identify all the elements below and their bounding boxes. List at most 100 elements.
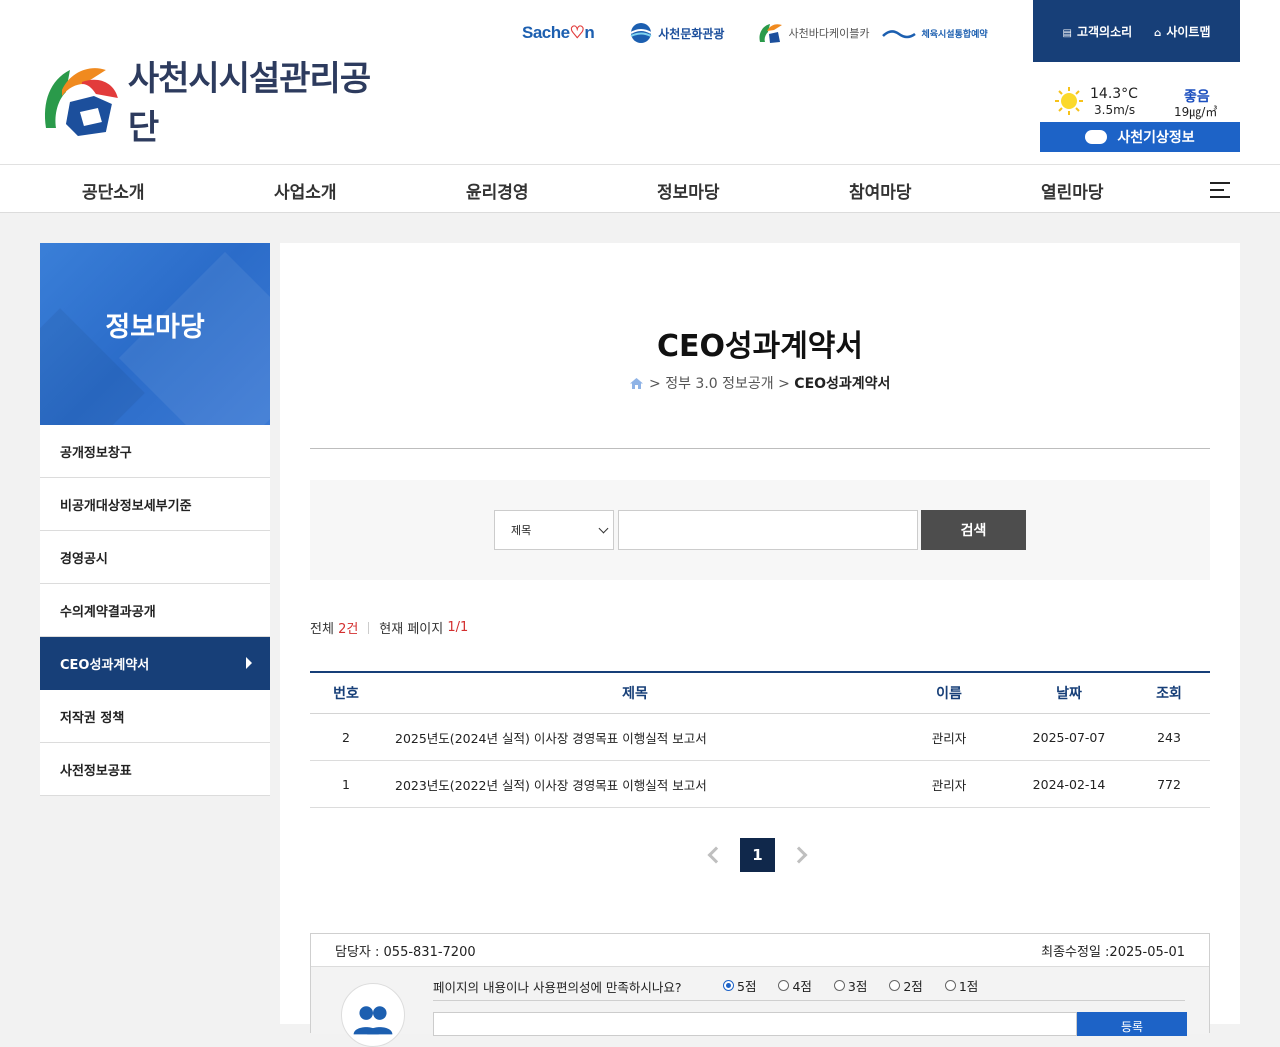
- partner-cable-link[interactable]: 사천바다케이블카: [758, 22, 869, 44]
- sidebar-item-label: 경영공시: [60, 551, 108, 567]
- partner-culture-link[interactable]: 사천문화관광: [628, 22, 724, 44]
- breadcrumb: > 정부 3.0 정보공개 > CEO성과계약서: [280, 373, 1240, 393]
- pagination: 1: [707, 838, 808, 872]
- partner-links: Sache ♡ n 사천문화관광 사천바다케이블카 체육시설통합예약: [522, 18, 1022, 48]
- partner-sports-label: 체육시설통합예약: [921, 29, 988, 40]
- header-title: 제목: [622, 686, 648, 702]
- page-label: 현재 페이지: [379, 622, 444, 637]
- nav-item-ethics[interactable]: 윤리경영: [466, 178, 529, 203]
- table-row: 1 2023년도(2022년 실적) 이사장 경영목표 이행실적 보고서 관리자…: [310, 761, 1210, 808]
- sidebar-title: 정보마당: [105, 311, 205, 343]
- sidebar-item-label: 수의계약결과공개: [60, 604, 156, 620]
- document-icon: ▤: [1062, 27, 1072, 39]
- main-nav: 공단소개 사업소개 윤리경영 정보마당 참여마당 열린마당: [0, 164, 1280, 213]
- total-value: 2건: [338, 622, 359, 637]
- page-feedback-box: 담당자 : 055-831-7200 최종수정일 :2025-05-01 페이지…: [310, 933, 1210, 1047]
- users-icon: [341, 983, 405, 1047]
- sidebar-item-contracts[interactable]: 수의계약결과공개: [40, 584, 270, 637]
- search-field-select[interactable]: 제목: [494, 510, 614, 550]
- nav-item-about[interactable]: 공단소개: [82, 178, 145, 203]
- rating-label: 1점: [958, 979, 979, 994]
- rating-option-3[interactable]: 3점: [833, 976, 868, 995]
- partner-sports-link[interactable]: 체육시설통합예약: [881, 22, 988, 44]
- feedback-meta: 담당자 : 055-831-7200 최종수정일 :2025-05-01: [311, 934, 1209, 967]
- partner-culture-label: 사천문화관광: [658, 26, 725, 41]
- sidebar-item-label: CEO성과계약서: [60, 657, 150, 673]
- page-button-current[interactable]: 1: [740, 838, 775, 872]
- culture-logo-icon: [630, 23, 652, 43]
- nav-item-open[interactable]: 열린마당: [1041, 178, 1104, 203]
- breadcrumb-gov30[interactable]: 정부 3.0 정보공개: [665, 376, 773, 392]
- breadcrumb-separator: >: [649, 376, 661, 392]
- sports-wave-icon: [882, 30, 917, 39]
- row-title-link[interactable]: 2025년도(2024년 실적) 이사장 경영목표 이행실적 보고서: [382, 728, 888, 747]
- table-header: 번호 제목 이름 날짜 조회: [310, 671, 1210, 714]
- sidebar-item-public-info[interactable]: 공개정보창구: [40, 425, 270, 478]
- rating-option-2[interactable]: 2점: [889, 976, 923, 995]
- sidebar-item-label: 공개정보창구: [60, 445, 132, 461]
- partner-sacheon-text-b: n: [584, 23, 595, 42]
- radio-icon: [944, 980, 956, 991]
- search-panel: 제목 검색: [310, 480, 1210, 580]
- header-views: 조회: [1156, 686, 1182, 702]
- row-num: 1: [342, 776, 350, 792]
- rating-label: 3점: [847, 979, 868, 994]
- sidebar-item-copyright[interactable]: 저작권 정책: [40, 690, 270, 743]
- radio-icon: [833, 980, 845, 991]
- nav-item-participation[interactable]: 참여마당: [849, 178, 912, 203]
- rating-label: 5점: [737, 979, 757, 994]
- search-field-value: 제목: [511, 524, 532, 537]
- header-date: 날짜: [1056, 686, 1082, 702]
- feedback-input[interactable]: [433, 1012, 1077, 1036]
- rating-label: 4점: [792, 979, 812, 994]
- table-row: 2 2025년도(2024년 실적) 이사장 경영목표 이행실적 보고서 관리자…: [310, 714, 1210, 761]
- utility-bar: ▤ 고객의소리 ⌂ 사이트맵: [1033, 0, 1240, 62]
- site-header: 사천시시설관리공단 Sache ♡ n 사천문화관광 사천바다케이블카 체육시설…: [0, 0, 1280, 164]
- chevron-right-icon[interactable]: [790, 846, 808, 864]
- customer-voice-label: 고객의소리: [1076, 24, 1133, 39]
- total-label: 전체: [310, 622, 334, 637]
- customer-voice-link[interactable]: ▤ 고객의소리: [1063, 23, 1133, 40]
- row-name: 관리자: [931, 777, 967, 793]
- rating-option-4[interactable]: 4점: [778, 976, 812, 995]
- radio-selected-icon: [723, 980, 734, 991]
- weather-temperature: 14.3°C: [1090, 86, 1138, 102]
- search-button[interactable]: 검색: [921, 510, 1026, 550]
- partner-cable-label: 사천바다케이블카: [788, 27, 870, 40]
- main-content: CEO성과계약서 > 정부 3.0 정보공개 > CEO성과계약서 제목 검색 …: [280, 243, 1240, 1047]
- sidebar-item-label: 비공개대상정보세부기준: [60, 498, 192, 514]
- rating-option-5[interactable]: 5점: [723, 976, 756, 995]
- weather-info-button[interactable]: 사천기상정보: [1040, 122, 1240, 152]
- survey-question: 페이지의 내용이나 사용편의성에 만족하시나요?: [433, 980, 682, 995]
- sitemap-link[interactable]: ⌂ 사이트맵: [1154, 23, 1210, 40]
- site-logo[interactable]: 사천시시설관리공단: [40, 59, 400, 148]
- row-title-link[interactable]: 2023년도(2022년 실적) 이사장 경영목표 이행실적 보고서: [382, 775, 888, 794]
- sidebar-item-ceo[interactable]: CEO성과계약서: [40, 637, 270, 690]
- nav-item-info[interactable]: 정보마당: [657, 178, 720, 203]
- partner-sacheon-text-a: Sache: [522, 23, 570, 42]
- sidebar: 정보마당 공개정보창구 비공개대상정보세부기준 경영공시 수의계약결과공개 CE…: [40, 243, 270, 796]
- breadcrumb-separator: >: [778, 376, 790, 392]
- row-num: 2: [342, 729, 350, 745]
- board-table: 번호 제목 이름 날짜 조회 2 2025년도(2024년 실적) 이사장 경영…: [310, 671, 1210, 808]
- rating-option-1[interactable]: 1점: [944, 976, 979, 995]
- chevron-left-icon[interactable]: [707, 846, 725, 864]
- row-name: 관리자: [931, 730, 967, 746]
- sidebar-item-label: 저작권 정책: [60, 710, 125, 726]
- sidebar-item-nondisclosure[interactable]: 비공개대상정보세부기준: [40, 478, 270, 531]
- home-icon[interactable]: [629, 378, 643, 389]
- search-input[interactable]: [618, 510, 918, 550]
- partner-sacheon-link[interactable]: Sache ♡ n: [522, 23, 595, 43]
- feedback-submit-button[interactable]: 등록: [1077, 1012, 1187, 1036]
- radio-icon: [889, 980, 901, 991]
- last-updated: 최종수정일 :2025-05-01: [1041, 944, 1185, 960]
- survey-options: 5점 4점 3점 2점 1점: [723, 976, 978, 995]
- sidebar-item-prior-info[interactable]: 사전정보공표: [40, 743, 270, 796]
- nav-item-business[interactable]: 사업소개: [274, 178, 337, 203]
- sidebar-item-management[interactable]: 경영공시: [40, 531, 270, 584]
- sidebar-header: 정보마당: [40, 243, 270, 425]
- cloud-icon: [1085, 124, 1108, 144]
- breadcrumb-current: CEO성과계약서: [794, 376, 891, 392]
- menu-icon[interactable]: [1210, 182, 1230, 198]
- sun-icon: [1055, 87, 1083, 115]
